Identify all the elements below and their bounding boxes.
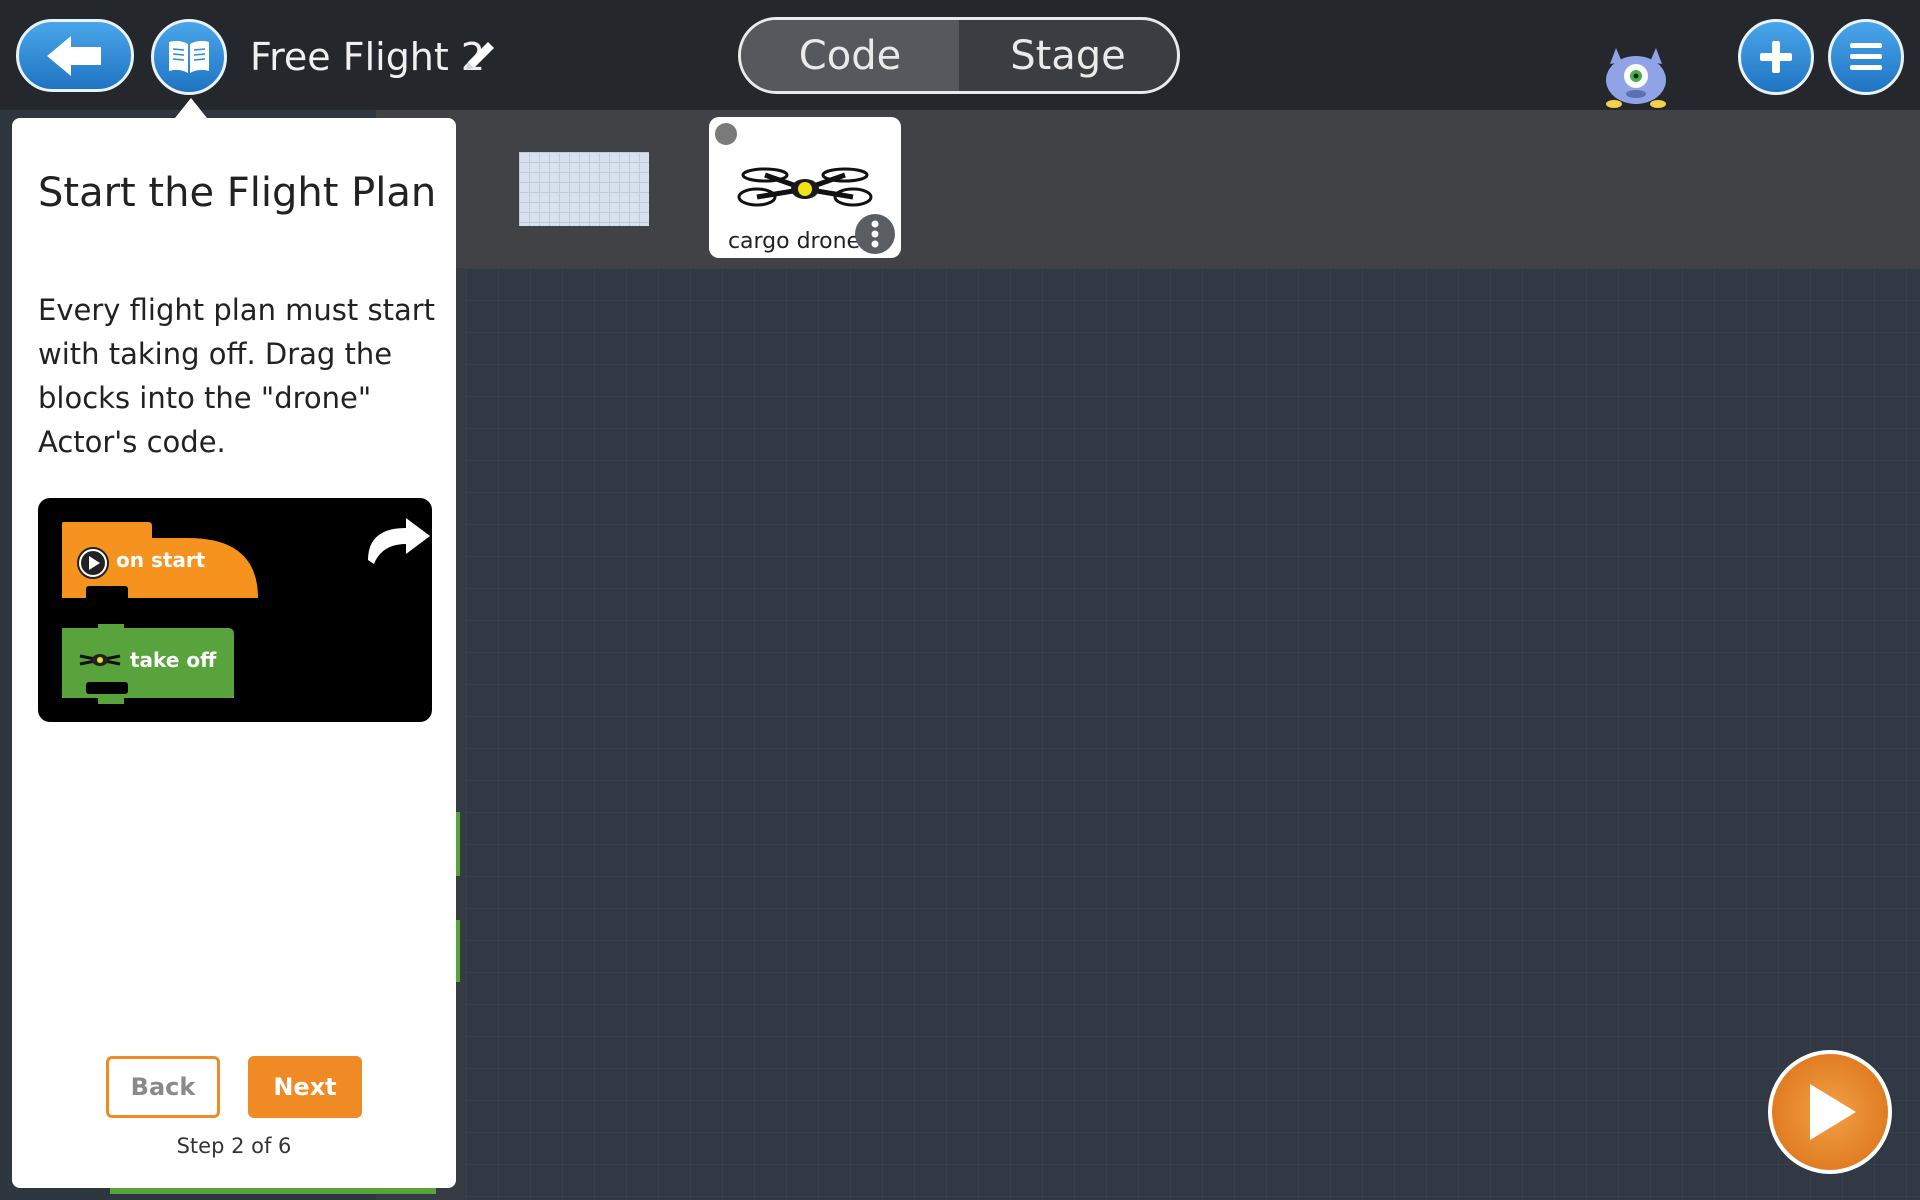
pencil-icon xyxy=(466,42,494,70)
tutorial-pointer xyxy=(175,98,207,118)
add-button[interactable] xyxy=(1738,19,1814,95)
view-switcher: Code Stage xyxy=(738,17,1180,94)
tutorial-body: Every flight plan must start with taking… xyxy=(38,293,436,459)
menu-button[interactable] xyxy=(1828,19,1904,95)
run-button[interactable] xyxy=(1768,1050,1892,1174)
play-circle-icon xyxy=(77,547,109,579)
drone-icon xyxy=(79,654,121,666)
actor-name: cargo drone xyxy=(727,229,861,254)
tutorial-book-button[interactable] xyxy=(151,19,227,95)
drone-icon xyxy=(737,167,873,207)
actor-options-button[interactable] xyxy=(855,214,895,254)
step-indicator: Step 2 of 6 xyxy=(176,1134,292,1158)
actor-status-dot xyxy=(715,123,737,145)
arrow-left-icon xyxy=(47,35,101,76)
top-bar: Free Flight 2 Code Stage xyxy=(0,0,1920,110)
tab-stage[interactable]: Stage xyxy=(959,20,1177,91)
actor-card[interactable]: cargo drone xyxy=(709,117,901,258)
mascot-icon[interactable] xyxy=(1600,44,1672,114)
tutorial-title: Start the Flight Plan xyxy=(38,170,437,216)
book-icon xyxy=(169,40,209,73)
tutorial-back-button[interactable]: Back xyxy=(106,1056,220,1118)
take-off-block-label: take off xyxy=(130,648,217,672)
on-start-block-label: on start xyxy=(116,548,206,572)
edit-title-button[interactable] xyxy=(460,36,500,80)
back-button[interactable] xyxy=(16,19,134,92)
more-vertical-icon xyxy=(871,220,879,248)
hamburger-menu-icon xyxy=(1850,43,1882,70)
plus-icon xyxy=(1760,41,1792,73)
project-title[interactable]: Free Flight 2 xyxy=(250,32,485,82)
stage-thumbnail[interactable] xyxy=(519,152,649,226)
play-icon xyxy=(1810,1084,1856,1140)
tab-code[interactable]: Code xyxy=(741,20,959,91)
tutorial-next-button[interactable]: Next xyxy=(248,1056,362,1118)
code-canvas[interactable] xyxy=(466,268,1920,1200)
tutorial-illustration: on start take off xyxy=(38,498,432,722)
tutorial-panel: Start the Flight Plan Every flight plan … xyxy=(12,118,456,1188)
